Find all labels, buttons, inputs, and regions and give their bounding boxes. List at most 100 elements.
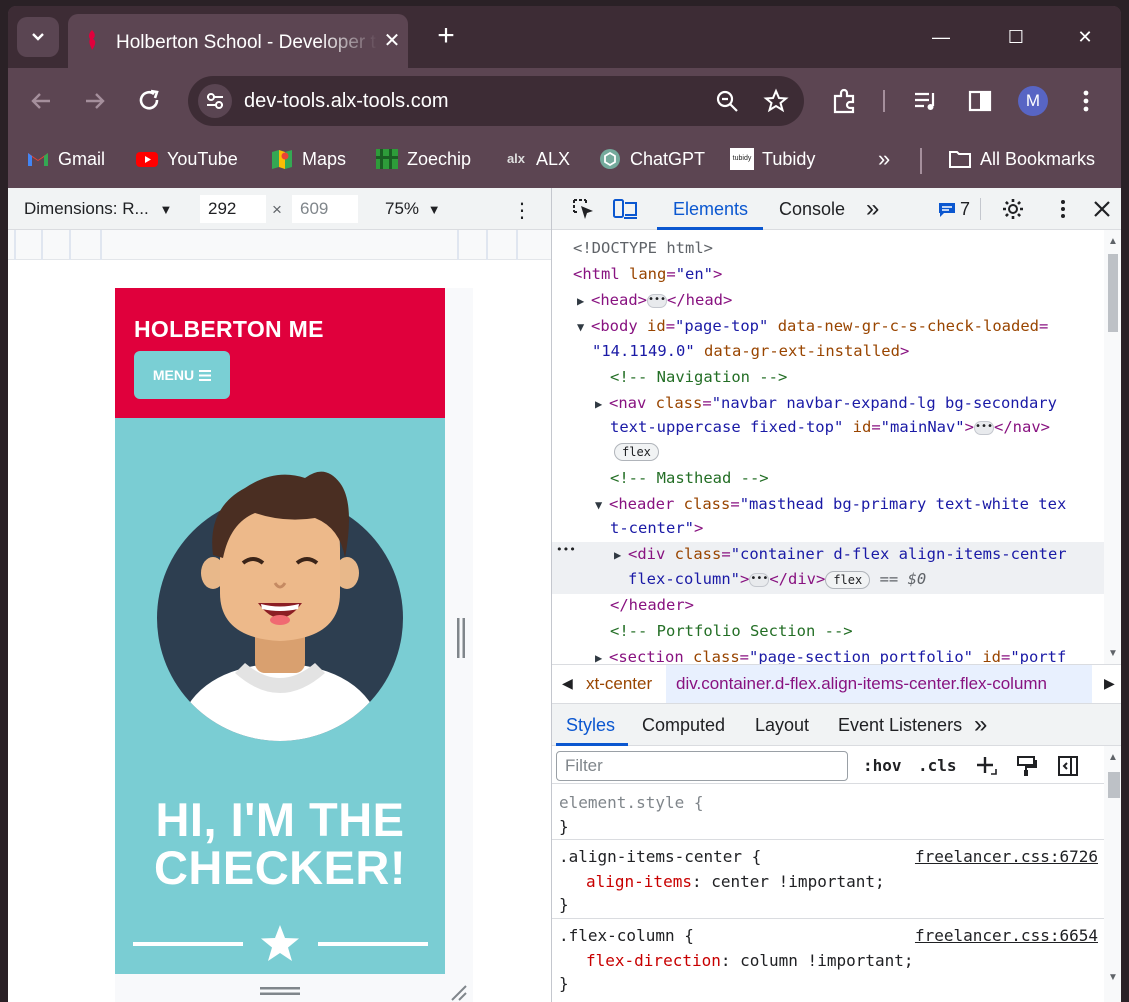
new-rule-icon[interactable] [974, 754, 998, 778]
dom-nav-node[interactable]: ▶ <nav class="navbar navbar-expand-lg bg-… [595, 394, 1057, 412]
device-more-icon[interactable]: ⋮ [512, 198, 532, 223]
rule-source-link[interactable]: freelancer.css:6654 [915, 926, 1098, 945]
forward-icon[interactable] [80, 86, 110, 116]
maximize-button[interactable]: ☐ [1001, 22, 1031, 52]
tab-styles[interactable]: Styles [566, 715, 615, 736]
flex-badge[interactable]: flex [614, 442, 659, 461]
bookmarks-overflow-button[interactable]: » [878, 146, 890, 172]
tab-event-listeners[interactable]: Event Listeners [838, 715, 962, 736]
dom-header-node[interactable]: ▼ <header class="masthead bg-primary text… [595, 495, 1066, 513]
dom-header-node-cont[interactable]: t-center"> [610, 519, 703, 537]
collapsed-ellipsis-icon[interactable]: ••• [647, 293, 667, 308]
site-brand[interactable]: HOLBERTON ME [134, 316, 324, 343]
tab-search-button[interactable] [17, 17, 59, 57]
dom-doctype[interactable]: <!DOCTYPE html> [573, 239, 713, 257]
flex-badge[interactable]: flex [825, 570, 871, 589]
dom-comment-navigation[interactable]: <!-- Navigation --> [610, 368, 787, 386]
inspect-element-icon[interactable] [571, 197, 597, 221]
dom-tree-scrollbar[interactable]: ▲ ▼ [1104, 230, 1121, 664]
dom-comment-portfolio[interactable]: <!-- Portfolio Section --> [610, 622, 853, 640]
bookmark-star-icon[interactable] [763, 88, 789, 114]
dom-nav-node-cont[interactable]: text-uppercase fixed-top" id="mainNav">•… [610, 418, 1050, 436]
all-bookmarks-button[interactable]: All Bookmarks [948, 146, 1095, 172]
resize-handle-right[interactable] [455, 618, 467, 658]
tab-layout[interactable]: Layout [755, 715, 809, 736]
height-input[interactable]: 609 [292, 195, 358, 223]
more-tabs-icon[interactable]: » [866, 195, 879, 223]
address-bar[interactable]: dev-tools.alx-tools.com [188, 76, 804, 126]
rule-selector[interactable]: .flex-column { [559, 926, 694, 945]
dom-body-node[interactable]: ▼ <body id="page-top" data-new-gr-c-s-che… [577, 317, 1048, 335]
dom-nav-flex-badge[interactable]: flex [614, 442, 659, 461]
close-devtools-icon[interactable] [1089, 197, 1115, 221]
scroll-thumb[interactable] [1108, 772, 1120, 798]
zoom-select[interactable]: 75% ▼ [385, 199, 441, 219]
bookmark-maps[interactable]: Maps [270, 146, 346, 172]
bookmark-tubidy[interactable]: tubidy Tubidy [730, 146, 815, 172]
rule-declaration[interactable]: flex-direction: column !important; [586, 951, 914, 970]
dom-head-node[interactable]: ▶ <head>•••</head> [577, 291, 732, 309]
scroll-down-icon[interactable]: ▼ [1108, 648, 1118, 659]
hov-button[interactable]: :hov [863, 756, 902, 775]
scroll-up-icon[interactable]: ▲ [1108, 752, 1118, 763]
expand-triangle-icon[interactable]: ▶ [595, 397, 609, 411]
new-tab-button[interactable]: + [432, 21, 460, 51]
scroll-down-icon[interactable]: ▼ [1108, 972, 1118, 983]
collapse-triangle-icon[interactable]: ▼ [577, 320, 591, 334]
url-text[interactable]: dev-tools.alx-tools.com [244, 90, 449, 113]
more-styles-tabs-icon[interactable]: » [974, 711, 987, 739]
expand-triangle-icon[interactable]: ▶ [595, 651, 609, 664]
breadcrumb-item-prev[interactable]: xt-center [586, 674, 652, 694]
rule-declaration[interactable]: align-items: center !important; [586, 872, 885, 891]
dimensions-select[interactable]: Dimensions: R... ▼ [24, 199, 172, 219]
tab-elements[interactable]: Elements [673, 199, 748, 220]
styles-scrollbar[interactable]: ▲ ▼ [1104, 746, 1121, 1002]
styles-filter-input[interactable]: Filter [556, 751, 848, 781]
side-panel-icon[interactable] [966, 87, 994, 115]
breadcrumb-item-current[interactable]: div.container.d-flex.align-items-center.… [676, 674, 1047, 694]
bookmark-alx[interactable]: alx ALX [504, 146, 570, 172]
device-toolbar-icon[interactable] [612, 197, 638, 221]
browser-menu-icon[interactable] [1072, 87, 1100, 115]
tab-active[interactable]: Holberton School - Developer to ✕ [68, 14, 408, 68]
width-input[interactable]: 292 [200, 195, 266, 223]
profile-avatar[interactable]: M [1018, 86, 1048, 116]
settings-gear-icon[interactable] [1000, 197, 1026, 221]
toggle-sidebar-icon[interactable] [1056, 754, 1080, 778]
scroll-thumb[interactable] [1108, 254, 1118, 332]
rule-selector[interactable]: element.style { [559, 793, 704, 812]
row-more-icon[interactable]: ••• [556, 543, 576, 556]
resize-handle-bottom[interactable] [260, 986, 300, 996]
reload-icon[interactable] [134, 86, 164, 116]
zoom-icon[interactable] [714, 88, 740, 114]
extensions-icon[interactable] [830, 87, 858, 115]
collapsed-ellipsis-icon[interactable]: ••• [974, 420, 994, 435]
tab-console[interactable]: Console [779, 199, 845, 220]
bookmark-chatgpt[interactable]: ChatGPT [598, 146, 705, 172]
dom-div-node-cont[interactable]: flex-column">•••</div> flex == $0 [628, 570, 926, 589]
media-control-icon[interactable] [912, 87, 940, 115]
rule-source-link[interactable]: freelancer.css:6726 [915, 847, 1098, 866]
dom-div-node[interactable]: ▶ <div class="container d-flex align-item… [614, 545, 1067, 563]
tab-computed[interactable]: Computed [642, 715, 725, 736]
paint-brush-icon[interactable] [1014, 754, 1038, 778]
tab-close-icon[interactable]: ✕ [381, 30, 403, 52]
dom-section-node[interactable]: ▶ <section class="page-section portfolio"… [595, 648, 1066, 664]
resize-handle-corner[interactable] [448, 982, 468, 1002]
collapse-triangle-icon[interactable]: ▼ [595, 498, 609, 512]
dom-body-node-cont[interactable]: "14.1149.0" data-gr-ext-installed> [592, 342, 909, 360]
dom-comment-masthead[interactable]: <!-- Masthead --> [610, 469, 769, 487]
dom-html-node[interactable]: <html lang="en"> [573, 265, 722, 283]
collapsed-ellipsis-icon[interactable]: ••• [749, 572, 770, 587]
dom-header-close[interactable]: </header> [610, 596, 694, 614]
expand-triangle-icon[interactable]: ▶ [614, 548, 628, 562]
bookmark-zoechip[interactable]: Zoechip [375, 146, 471, 172]
issues-counter[interactable]: 7 [938, 199, 970, 220]
breadcrumb-scroll-right-icon[interactable]: ▶ [1104, 675, 1115, 692]
bookmark-youtube[interactable]: YouTube [135, 146, 238, 172]
site-menu-button[interactable]: MENU [134, 351, 230, 399]
devtools-menu-icon[interactable] [1050, 197, 1076, 221]
site-info-button[interactable] [198, 84, 232, 118]
bookmark-gmail[interactable]: Gmail [26, 146, 105, 172]
breadcrumb-scroll-left-icon[interactable]: ◀ [562, 675, 573, 692]
